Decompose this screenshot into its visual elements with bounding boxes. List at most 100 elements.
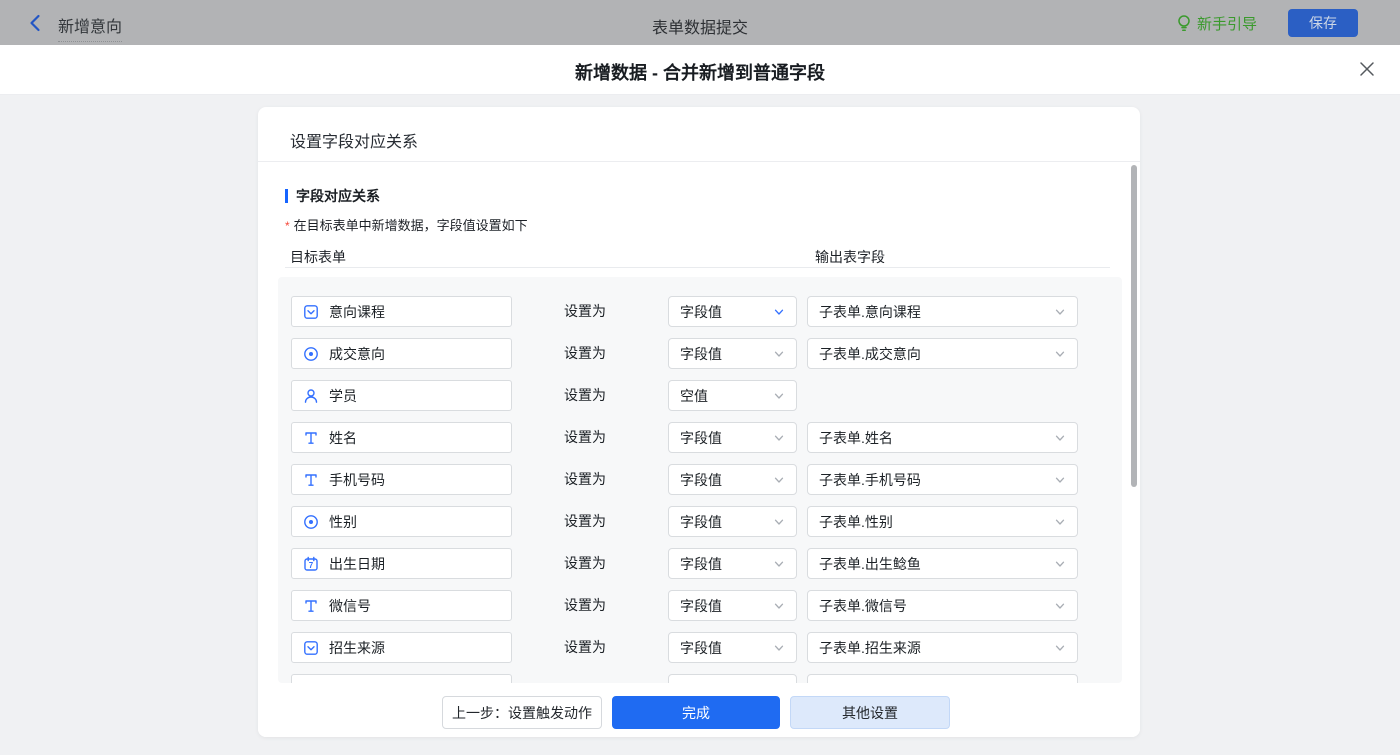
value-mode-selected: 字段值 — [680, 302, 722, 322]
value-mode-selected: 字段值 — [680, 596, 722, 616]
done-button[interactable]: 完成 — [612, 696, 780, 729]
column-header-output-field: 输出表字段 — [815, 247, 885, 267]
chevron-down-icon — [773, 642, 785, 654]
divider — [258, 161, 1140, 162]
output-field-select[interactable]: 子表单.意向课程 — [807, 296, 1078, 327]
lightbulb-icon — [1176, 14, 1192, 32]
beginner-guide-link[interactable]: 新手引导 — [1176, 13, 1257, 33]
chevron-down-icon — [1054, 474, 1066, 486]
value-mode-select[interactable]: 字段值 — [668, 464, 797, 495]
field-mapping-row: 学员设置为空值 — [278, 380, 1122, 411]
output-field-select[interactable]: 子表单.姓名 — [807, 422, 1078, 453]
output-field-select[interactable]: 子表单.手机号码 — [807, 464, 1078, 495]
required-note: *在目标表单中新增数据，字段值设置如下 — [285, 215, 528, 234]
target-field-label: 成交意向 — [329, 344, 385, 364]
section-accent-bar — [285, 189, 288, 203]
close-button[interactable] — [1358, 60, 1378, 80]
field-mapping-row: 微信号设置为字段值子表单.微信号 — [278, 590, 1122, 621]
output-field-selected: 子表单.姓名 — [819, 428, 893, 448]
output-field-selected: 子表单.手机号码 — [819, 470, 921, 490]
value-mode-selected: 字段值 — [680, 638, 722, 658]
chevron-down-icon — [1054, 516, 1066, 528]
beginner-guide-label: 新手引导 — [1197, 13, 1257, 34]
field-mapping-row: 性别 设置为 字段值 子表单.性别 — [278, 506, 1122, 537]
target-field-box[interactable]: 7 出生日期 — [291, 548, 512, 579]
output-field-select[interactable]: 子表单.成交意向 — [807, 338, 1078, 369]
field-mapping-row: 招生来源设置为字段值子表单.招生来源 — [278, 632, 1122, 663]
target-field-label: 微信号 — [329, 596, 371, 616]
field-mapping-row: 姓名 设置为 字段值 子表单.姓名 — [278, 422, 1122, 453]
value-mode-select[interactable]: 字段值 — [668, 590, 797, 621]
text-field-icon — [303, 472, 319, 488]
card-footer: 上一步：设置触发动作 完成 其他设置 — [258, 683, 1140, 737]
output-field-selected: 子表单.意向课程 — [819, 302, 921, 322]
value-mode-select[interactable]: 字段值 — [668, 548, 797, 579]
output-field-select[interactable] — [807, 674, 1078, 683]
text-field-icon — [303, 430, 319, 446]
field-mapping-row: 手机号码设置为字段值子表单.手机号码 — [278, 464, 1122, 495]
vertical-scrollbar[interactable] — [1131, 165, 1137, 487]
card-title: 设置字段对应关系 — [290, 128, 418, 152]
save-button[interactable]: 保存 — [1288, 9, 1358, 37]
previous-step-button[interactable]: 上一步：设置触发动作 — [442, 696, 602, 729]
output-field-select[interactable]: 子表单.微信号 — [807, 590, 1078, 621]
value-mode-select[interactable]: 字段值 — [668, 338, 797, 369]
target-field-box[interactable] — [291, 674, 512, 683]
set-as-label: 设置为 — [564, 506, 606, 537]
chevron-down-icon — [1054, 432, 1066, 444]
value-mode-selected: 字段值 — [680, 554, 722, 574]
target-field-box[interactable]: 性别 — [291, 506, 512, 537]
value-mode-select[interactable]: 字段值 — [668, 632, 797, 663]
other-settings-button[interactable]: 其他设置 — [790, 696, 950, 729]
target-field-label: 性别 — [329, 512, 357, 532]
target-field-box[interactable]: 学员 — [291, 380, 512, 411]
target-field-label: 出生日期 — [329, 554, 385, 574]
set-as-label: 设置为 — [564, 338, 606, 369]
target-field-box[interactable]: 成交意向 — [291, 338, 512, 369]
section-title: 字段对应关系 — [285, 188, 380, 204]
output-field-selected: 子表单.招生来源 — [819, 638, 921, 658]
target-field-box[interactable]: 招生来源 — [291, 632, 512, 663]
calendar-field-icon: 7 — [303, 556, 319, 572]
value-mode-select[interactable] — [668, 674, 797, 683]
value-mode-selected: 空值 — [680, 386, 708, 406]
select-field-icon — [303, 304, 319, 320]
value-mode-select[interactable]: 字段值 — [668, 296, 797, 327]
target-field-box[interactable]: 微信号 — [291, 590, 512, 621]
chevron-down-icon — [773, 348, 785, 360]
chevron-down-icon — [773, 390, 785, 402]
output-field-selected: 子表单.性别 — [819, 512, 893, 532]
target-field-box[interactable]: 姓名 — [291, 422, 512, 453]
top-bar: 新增意向 表单数据提交 新手引导 保存 — [0, 0, 1400, 45]
chevron-down-icon — [1054, 600, 1066, 612]
value-mode-select[interactable]: 字段值 — [668, 506, 797, 537]
field-mapping-row: 7 出生日期 设置为 字段值 子表单.出生鲶鱼 — [278, 548, 1122, 579]
column-header-target-form: 目标表单 — [290, 247, 346, 267]
chevron-down-icon — [773, 306, 785, 318]
select-field-icon — [303, 640, 319, 656]
chevron-down-icon — [1054, 348, 1066, 360]
chevron-down-icon — [1054, 642, 1066, 654]
target-field-label: 招生来源 — [329, 638, 385, 658]
output-field-select[interactable]: 子表单.性别 — [807, 506, 1078, 537]
target-field-label: 手机号码 — [329, 470, 385, 490]
output-field-select[interactable]: 子表单.出生鲶鱼 — [807, 548, 1078, 579]
value-mode-selected: 字段值 — [680, 512, 722, 532]
output-field-selected: 子表单.成交意向 — [819, 344, 921, 364]
radio-field-icon — [303, 346, 319, 362]
value-mode-selected: 字段值 — [680, 428, 722, 448]
field-mapping-row: 成交意向 设置为 字段值 子表单.成交意向 — [278, 338, 1122, 369]
output-field-select[interactable]: 子表单.招生来源 — [807, 632, 1078, 663]
value-mode-select[interactable]: 空值 — [668, 380, 797, 411]
value-mode-select[interactable]: 字段值 — [668, 422, 797, 453]
target-field-label: 姓名 — [329, 428, 357, 448]
close-icon — [1358, 60, 1376, 78]
modal-body: 设置字段对应关系 字段对应关系 *在目标表单中新增数据，字段值设置如下 目标表单… — [0, 95, 1400, 755]
divider — [285, 267, 1110, 268]
target-field-box[interactable]: 手机号码 — [291, 464, 512, 495]
target-field-box[interactable]: 意向课程 — [291, 296, 512, 327]
required-asterisk: * — [285, 219, 290, 233]
chevron-down-icon — [1054, 558, 1066, 570]
set-as-label: 设置为 — [564, 422, 606, 453]
set-as-label: 设置为 — [564, 548, 606, 579]
